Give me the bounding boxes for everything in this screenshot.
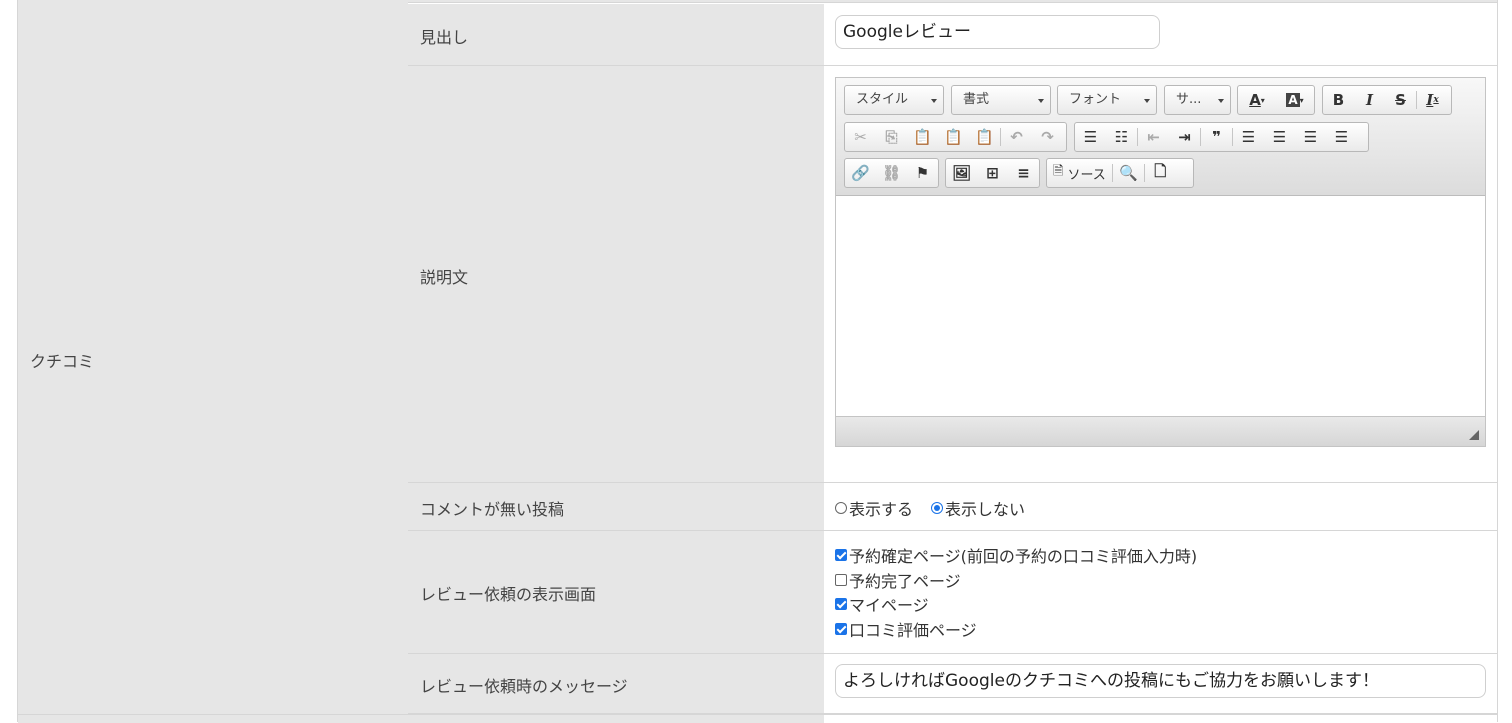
source-label: ソース <box>1067 167 1106 183</box>
source-button[interactable]: 🗎 ソース <box>1047 159 1112 187</box>
document-group: 🗎 ソース 🔍 🗋 <box>1046 158 1194 188</box>
cut-icon[interactable]: ✂ <box>845 123 876 151</box>
radio-hide[interactable]: 表示しない <box>931 496 1025 520</box>
label-display-screens: レビュー依頼の表示画面 <box>420 585 597 604</box>
align-right-icon[interactable]: ☰ <box>1295 123 1326 151</box>
font-combo[interactable]: フォント <box>1057 85 1157 115</box>
horizontal-line-icon[interactable]: ≡ <box>1008 159 1039 187</box>
heading-input[interactable]: Googleレビュー <box>835 15 1160 49</box>
outdent-icon[interactable]: ⇤ <box>1138 123 1169 151</box>
link-icon[interactable]: 🔗 <box>845 159 876 187</box>
font-combo-label: フォント <box>1069 92 1122 107</box>
unlink-icon[interactable]: ⛓ <box>876 159 907 187</box>
label-message: レビュー依頼時のメッセージ <box>420 677 628 696</box>
radio-show-indicator[interactable] <box>835 502 847 514</box>
checkbox-mypage[interactable] <box>835 598 847 611</box>
checkbox-confirm-page[interactable] <box>835 549 847 562</box>
link-group: 🔗 ⛓ ⚑ <box>844 158 939 188</box>
source-icon: 🗎 <box>1053 164 1064 179</box>
paragraph-group: ☰ ☷ ⇤ ⇥ ❞ ☰ ☰ ☰ ☰ <box>1074 122 1369 152</box>
check-item-complete-page[interactable]: 予約完了ページ <box>835 568 1197 593</box>
bold-icon[interactable]: B <box>1323 86 1354 114</box>
table-icon[interactable]: ⊞ <box>977 159 1008 187</box>
row-label-description: 説明文 <box>408 66 824 483</box>
resize-handle-icon[interactable] <box>1469 430 1479 440</box>
radio-show-label: 表示する <box>849 500 914 519</box>
editor-statusbar <box>836 416 1485 446</box>
preview-icon[interactable]: 🔍 <box>1113 159 1144 187</box>
basic-style-group: B I S Ix <box>1322 85 1452 115</box>
text-color-icon[interactable]: A ▾ <box>1238 86 1276 114</box>
size-combo-label: サ... <box>1176 92 1202 107</box>
clipboard-group: ✂ ⎘ 📋 📋 📋 ↶ ↷ <box>844 122 1067 152</box>
undo-icon[interactable]: ↶ <box>1001 123 1032 151</box>
bold-icon-glyph: B <box>1332 91 1345 109</box>
remove-format-icon[interactable]: Ix <box>1417 86 1448 114</box>
copy-icon[interactable]: ⎘ <box>876 123 907 151</box>
italic-icon-glyph: I <box>1365 91 1374 109</box>
paste-icon[interactable]: 📋 <box>907 123 938 151</box>
check-label: 予約完了ページ <box>849 571 961 591</box>
redo-icon[interactable]: ↷ <box>1032 123 1063 151</box>
align-center-icon[interactable]: ☰ <box>1264 123 1295 151</box>
blockquote-glyph: ❞ <box>1212 128 1221 146</box>
color-group: A ▾ A ▾ <box>1237 85 1315 115</box>
row-label-heading: 見出し <box>408 4 824 66</box>
row-label-display-screens: レビュー依頼の表示画面 <box>408 531 824 654</box>
message-input[interactable]: よろしければGoogleのクチコミへの投稿にもご協力をお願いします！ <box>835 664 1486 698</box>
next-row-strip <box>18 714 1497 723</box>
check-item-confirm-page[interactable]: 予約確定ページ(前回の予約の口コミ評価入力時) <box>835 543 1197 568</box>
editor-content-area[interactable] <box>836 196 1485 416</box>
no-comment-radio-group: 表示する 表示しない <box>835 496 1025 520</box>
insert-group: 🖼 ⊞ ≡ <box>945 158 1040 188</box>
radio-hide-indicator[interactable] <box>931 502 944 514</box>
row-label-no-comment: コメントが無い投稿 <box>408 483 824 531</box>
checkbox-complete-page[interactable] <box>835 573 847 586</box>
bulleted-list-icon[interactable]: ☷ <box>1106 123 1137 151</box>
rich-text-editor: スタイル 書式 フォント サ... A ▾ A ▾ B I S Ix ✂ ⎘ 📋 📋… <box>835 77 1486 447</box>
align-left-icon[interactable]: ☰ <box>1233 123 1264 151</box>
checkbox-review-page[interactable] <box>835 622 847 635</box>
format-combo-label: 書式 <box>963 92 990 107</box>
label-description: 説明文 <box>420 268 469 287</box>
italic-icon[interactable]: I <box>1354 86 1385 114</box>
numbered-list-icon[interactable]: ☰ <box>1075 123 1106 151</box>
radio-show[interactable]: 表示する <box>835 496 913 520</box>
style-combo-label: スタイル <box>856 92 909 107</box>
label-no-comment: コメントが無い投稿 <box>420 500 565 519</box>
format-combo[interactable]: 書式 <box>951 85 1051 115</box>
label-heading: 見出し <box>420 28 469 47</box>
check-label: 予約確定ページ(前回の予約の口コミ評価入力時) <box>849 547 1198 567</box>
paste-word-icon[interactable]: 📋 <box>969 123 1000 151</box>
align-justify-icon[interactable]: ☰ <box>1326 123 1357 151</box>
check-item-review-page[interactable]: 口コミ評価ページ <box>835 617 1197 642</box>
templates-icon[interactable]: 🗋 <box>1145 159 1176 187</box>
check-label: マイページ <box>849 596 929 616</box>
section-label: クチコミ <box>30 352 95 371</box>
size-combo[interactable]: サ... <box>1164 85 1231 115</box>
editor-toolbar: スタイル 書式 フォント サ... A ▾ A ▾ B I S Ix ✂ ⎘ 📋 📋… <box>836 78 1485 196</box>
blockquote-icon[interactable]: ❞ <box>1201 123 1232 151</box>
check-item-mypage[interactable]: マイページ <box>835 592 1197 617</box>
strike-icon-glyph: S <box>1395 91 1406 109</box>
radio-hide-label: 表示しない <box>945 500 1026 519</box>
row-label-message: レビュー依頼時のメッセージ <box>408 654 824 714</box>
paste-text-icon[interactable]: 📋 <box>938 123 969 151</box>
anchor-flag-icon[interactable]: ⚑ <box>907 159 938 187</box>
check-label: 口コミ評価ページ <box>849 620 977 640</box>
style-combo[interactable]: スタイル <box>844 85 944 115</box>
strike-icon[interactable]: S <box>1385 86 1416 114</box>
background-color-icon[interactable]: A ▾ <box>1276 86 1314 114</box>
indent-icon[interactable]: ⇥ <box>1169 123 1200 151</box>
display-screens-checklist: 予約確定ページ(前回の予約の口コミ評価入力時) 予約完了ページ マイページ 口コ… <box>835 543 1197 641</box>
image-icon[interactable]: 🖼 <box>946 159 977 187</box>
